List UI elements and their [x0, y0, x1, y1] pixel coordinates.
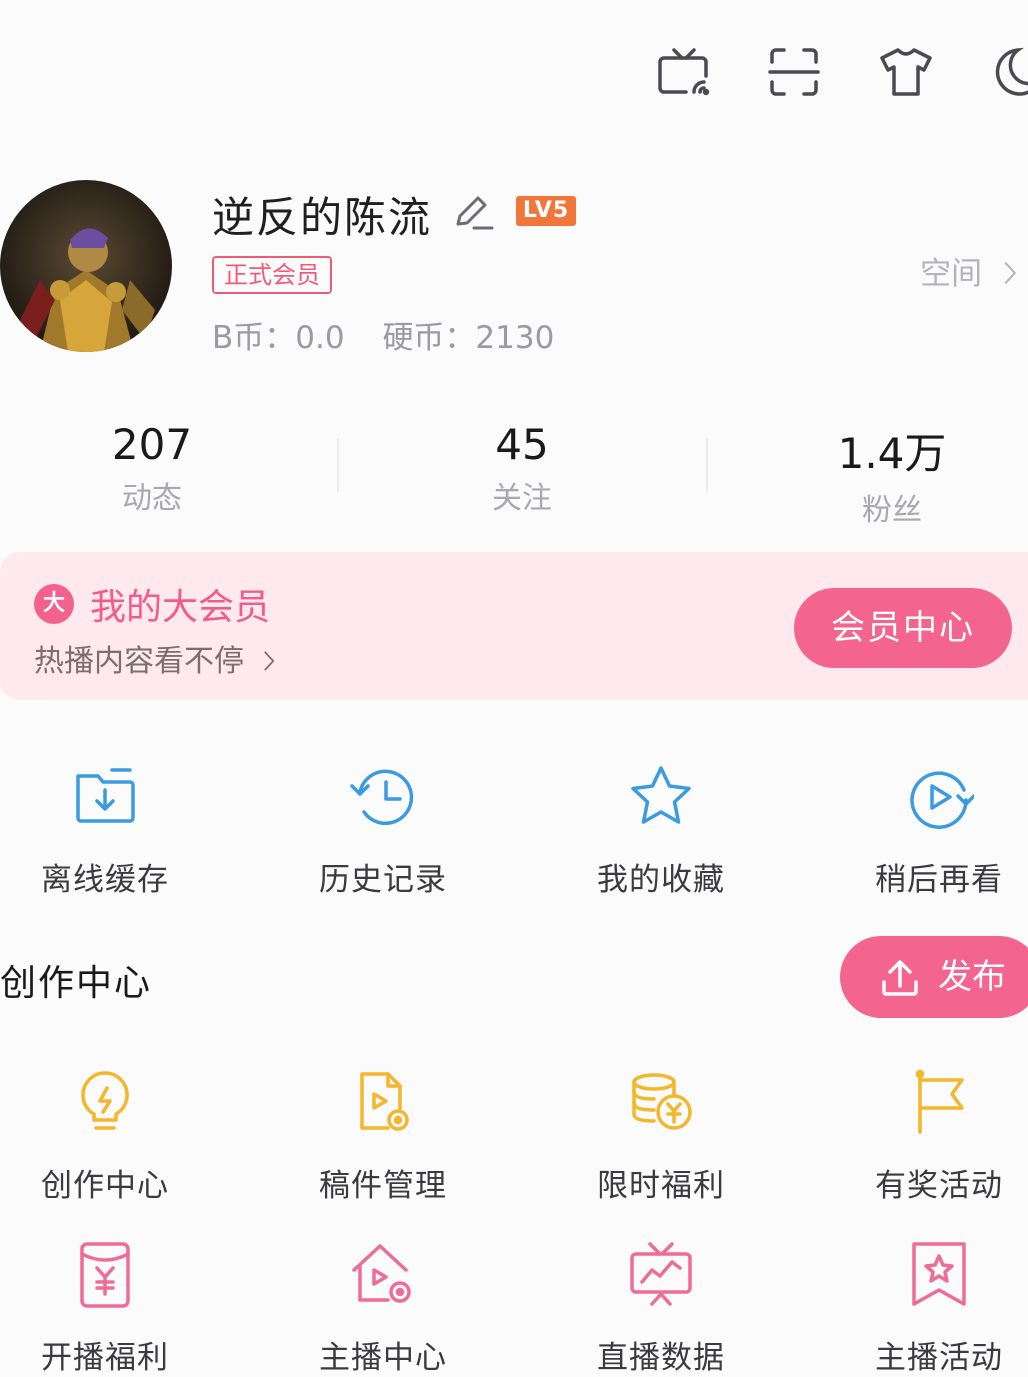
creation-item-label: 限时福利 [597, 1168, 725, 1204]
stat-value: 1.4万 [837, 429, 947, 478]
stat-label: 关注 [492, 481, 552, 516]
member-center-button[interactable]: 会员中心 [794, 588, 1012, 668]
stat-following[interactable]: 45 关注 [372, 420, 672, 517]
star-icon [626, 762, 696, 832]
space-link-label: 空间 [920, 256, 983, 292]
edit-icon[interactable] [450, 188, 496, 234]
quick-action-label: 历史记录 [319, 862, 447, 898]
creation-item-reward-activities[interactable]: 有奖活动 [810, 1068, 1028, 1205]
quick-action-label: 稍后再看 [875, 862, 1003, 898]
history-icon [348, 762, 418, 832]
quick-action-label: 离线缓存 [41, 862, 169, 898]
stat-value: 45 [495, 420, 549, 469]
vip-subtitle-text: 热播内容看不停 [34, 644, 244, 679]
live-data-icon [626, 1240, 696, 1310]
creation-item-manuscript[interactable]: 稿件管理 [254, 1068, 512, 1205]
quick-action-history[interactable]: 历史记录 [254, 762, 512, 899]
creation-item-streamer-center[interactable]: 主播中心 [254, 1240, 512, 1377]
username: 逆反的陈流 [212, 193, 433, 242]
tv-cast-icon[interactable] [652, 40, 716, 104]
quick-action-watch-later[interactable]: 稍后再看 [810, 762, 1028, 899]
vip-badge-icon: 大 [34, 584, 74, 624]
creation-item-limited-benefits[interactable]: 限时福利 [532, 1068, 790, 1205]
quick-action-favorites[interactable]: 我的收藏 [532, 762, 790, 899]
hard-coin-balance: 硬币：2130 [382, 320, 555, 356]
scan-icon[interactable] [762, 40, 826, 104]
upload-icon [882, 960, 918, 996]
stat-label: 粉丝 [862, 493, 922, 528]
creation-item-label: 稿件管理 [319, 1168, 447, 1204]
creation-item-label: 开播福利 [41, 1340, 169, 1376]
offline-cache-icon [70, 762, 140, 832]
creation-item-label: 有奖活动 [875, 1168, 1003, 1204]
flag-icon [904, 1068, 974, 1138]
divider [337, 438, 339, 492]
manuscript-icon [348, 1068, 418, 1138]
creation-item-streamer-activities[interactable]: 主播活动 [810, 1240, 1028, 1377]
coins-icon [626, 1068, 696, 1138]
member-tag: 正式会员 [212, 256, 332, 294]
level-badge: LV5 [516, 196, 576, 226]
coin-balances: B币：0.0 硬币：2130 [212, 312, 582, 357]
creation-item-stream-benefits[interactable]: 开播福利 [0, 1240, 234, 1377]
quick-action-offline-cache[interactable]: 离线缓存 [0, 762, 234, 899]
vip-title: 我的大会员 [90, 587, 271, 628]
creation-item-label: 直播数据 [597, 1340, 725, 1376]
chevron-right-icon [263, 651, 274, 671]
streamer-home-icon [348, 1240, 418, 1310]
quick-action-label: 我的收藏 [597, 862, 725, 898]
divider [706, 438, 708, 492]
stat-label: 动态 [122, 481, 182, 516]
creation-item-label: 创作中心 [41, 1168, 169, 1204]
vip-subtitle[interactable]: 热播内容看不停 [34, 636, 276, 680]
moon-icon[interactable] [984, 40, 1028, 104]
avatar[interactable] [0, 180, 172, 352]
stat-value: 207 [111, 420, 193, 469]
chevron-right-icon [1004, 261, 1017, 285]
publish-button-label: 发布 [938, 957, 1006, 997]
b-coin-balance: B币：0.0 [212, 320, 345, 356]
creation-section-title: 创作中心 [0, 963, 153, 1004]
red-packet-icon [70, 1240, 140, 1310]
lightbulb-icon [70, 1068, 140, 1138]
creation-item-label: 主播中心 [319, 1340, 447, 1376]
creation-item-creation-center[interactable]: 创作中心 [0, 1068, 234, 1205]
stat-fans[interactable]: 1.4万 粉丝 [742, 420, 1028, 529]
creation-item-label: 主播活动 [875, 1340, 1003, 1376]
tshirt-icon[interactable] [874, 40, 938, 104]
stat-dynamics[interactable]: 207 动态 [2, 420, 302, 517]
watch-later-icon [904, 762, 976, 832]
creation-item-live-data[interactable]: 直播数据 [532, 1240, 790, 1377]
bookmark-star-icon [904, 1240, 974, 1310]
publish-button[interactable]: 发布 [840, 936, 1028, 1018]
space-link[interactable]: 空间 [920, 248, 1018, 293]
